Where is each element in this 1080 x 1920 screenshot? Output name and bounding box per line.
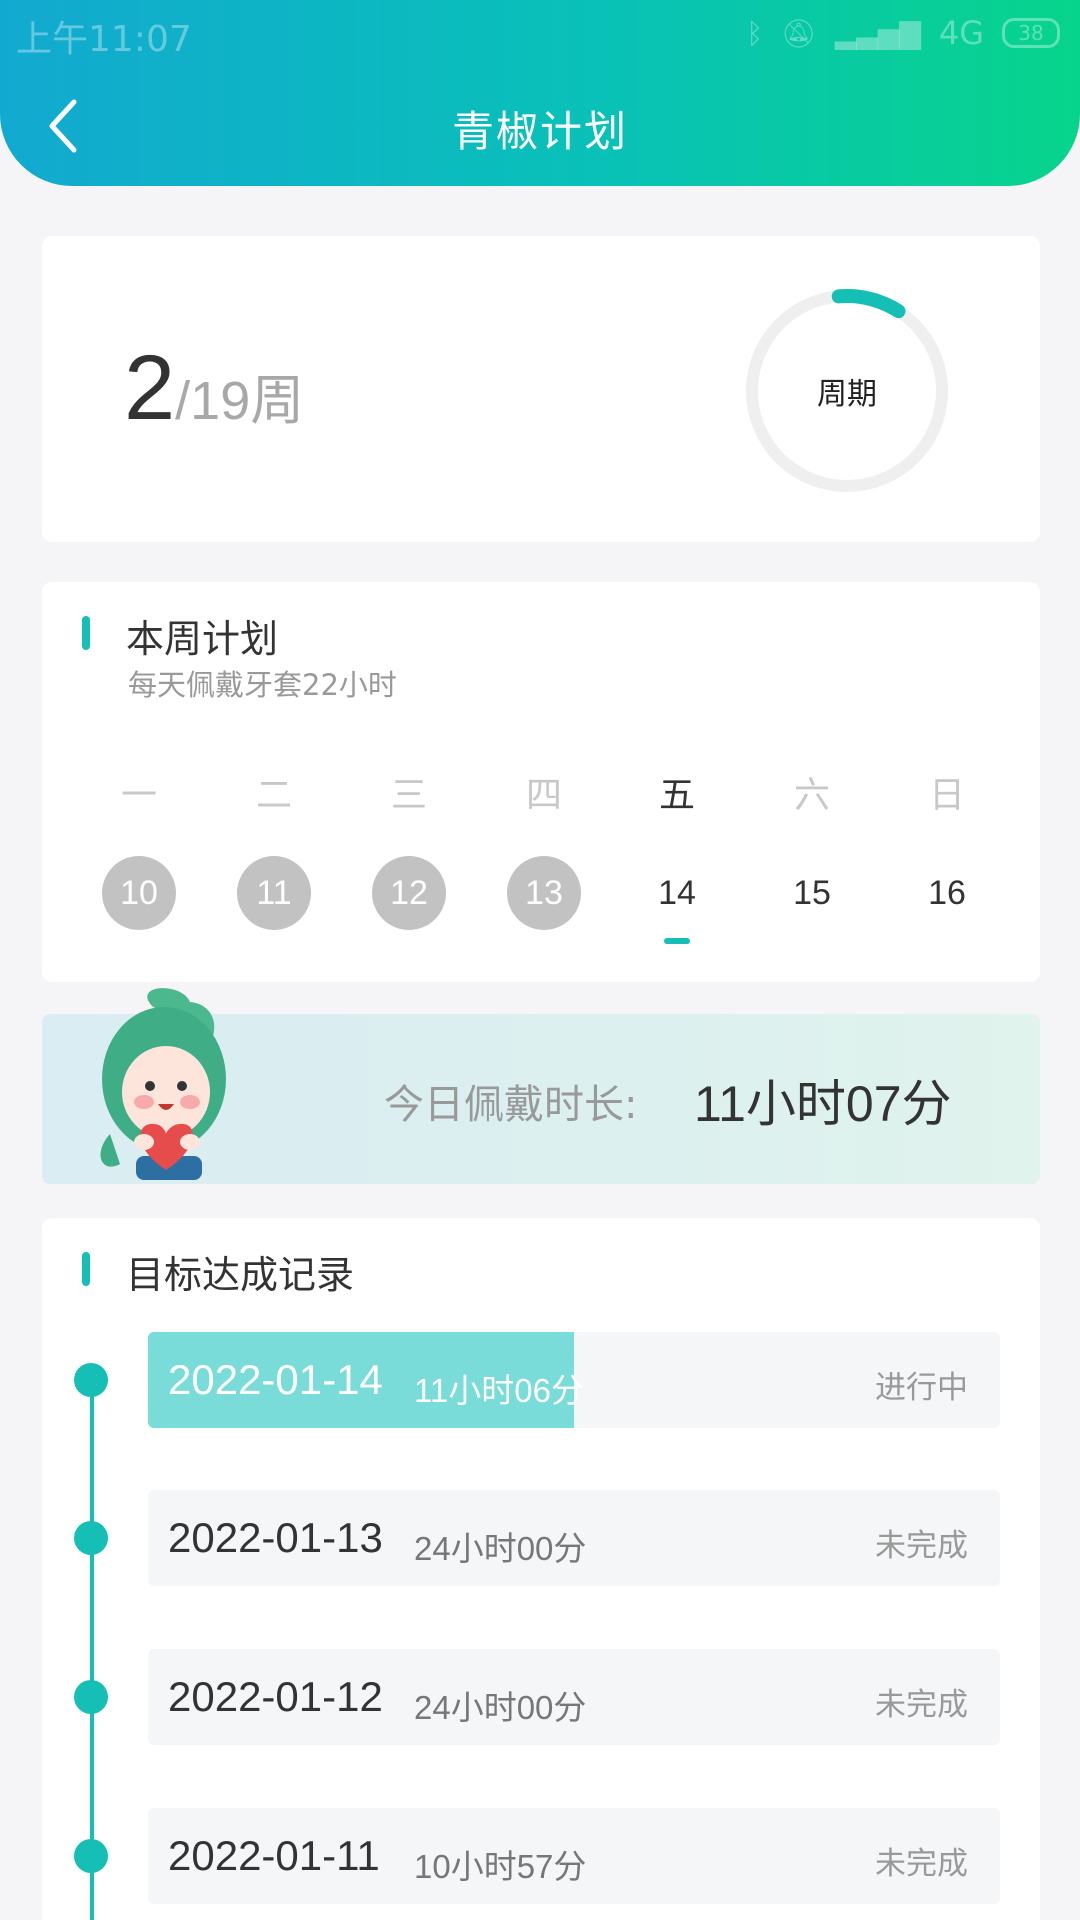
today-indicator (664, 938, 690, 944)
record-status: 进行中 (875, 1370, 968, 1406)
day-number: 16 (928, 874, 966, 912)
timeline-dot (74, 1363, 108, 1397)
day-name: 三 (390, 775, 427, 816)
timeline-dot (74, 1839, 108, 1873)
records-card: 目标达成记录 2022-01-14 11小时06分 进行中 2022-01-13… (42, 1218, 1040, 1920)
week-plan-title: 本周计划 (126, 617, 279, 661)
day-number: 11 (237, 856, 311, 930)
record-date: 2022-01-12 (168, 1673, 383, 1720)
week-progress: 2 /19周 (124, 336, 304, 441)
status-bar: 上午11:07 ᛒ 🔕︎ ▂▃▅▇ 4G 38 (0, 0, 1080, 70)
timeline-dot (74, 1521, 108, 1555)
day-number: 13 (507, 856, 581, 930)
status-icons: ᛒ 🔕︎ ▂▃▅▇ 4G 38 (746, 14, 1060, 52)
record-duration: 10小时57分 (414, 1848, 587, 1885)
day-sat[interactable]: 六 15 (767, 766, 857, 930)
cycle-card: 2 /19周 周期 (42, 236, 1040, 542)
record-status: 未完成 (875, 1846, 968, 1882)
record-row[interactable]: 2022-01-13 24小时00分 未完成 (148, 1490, 1000, 1586)
header: 上午11:07 ᛒ 🔕︎ ▂▃▅▇ 4G 38 青椒计划 (0, 0, 1080, 186)
day-fri[interactable]: 五 14 (632, 766, 722, 930)
day-name: 日 (928, 775, 965, 816)
record-duration: 24小时00分 (414, 1530, 587, 1567)
record-duration: 11小时06分 (414, 1372, 584, 1409)
record-date: 2022-01-13 (168, 1514, 383, 1561)
day-number: 15 (793, 874, 831, 912)
record-row[interactable]: 2022-01-14 11小时06分 进行中 (148, 1332, 1000, 1428)
day-name: 四 (525, 775, 562, 816)
today-wear-value: 11小时07分 (694, 1076, 952, 1132)
record-status: 未完成 (875, 1687, 968, 1723)
record-row[interactable]: 2022-01-12 24小时00分 未完成 (148, 1649, 1000, 1745)
record-duration: 24小时00分 (414, 1689, 587, 1726)
records-title: 目标达成记录 (126, 1253, 355, 1297)
week-plan-subtitle: 每天佩戴牙套22小时 (128, 668, 397, 702)
mute-icon: 🔕︎ (781, 16, 817, 50)
section-marker (82, 1252, 90, 1286)
mascot-illustration (100, 988, 226, 1180)
timeline-dot (74, 1680, 108, 1714)
day-thu[interactable]: 四 13 (499, 766, 589, 930)
record-date: 2022-01-14 (168, 1356, 383, 1403)
day-sun[interactable]: 日 16 (902, 766, 992, 930)
battery-level: 38 (1018, 21, 1044, 45)
ring-label: 周期 (817, 377, 877, 412)
day-mon[interactable]: 一 10 (94, 766, 184, 930)
day-name: 二 (255, 775, 292, 816)
record-date: 2022-01-11 (168, 1832, 380, 1879)
day-name: 一 (120, 775, 157, 816)
page-title: 青椒计划 (451, 107, 628, 156)
week-plan-card: 本周计划 每天佩戴牙套22小时 一 10 二 11 三 12 四 13 五 14… (42, 582, 1040, 982)
signal-icon: ▂▃▅▇ (834, 16, 921, 50)
day-number: 12 (372, 856, 446, 930)
status-time: 上午11:07 (16, 19, 192, 60)
today-wear-label: 今日佩戴时长: (384, 1082, 638, 1128)
battery-icon: 38 (1002, 18, 1060, 48)
current-week: 2 (124, 337, 176, 439)
record-status: 未完成 (875, 1528, 968, 1564)
day-name: 五 (658, 775, 695, 816)
network-type: 4G (938, 14, 984, 52)
day-number: 14 (658, 874, 696, 912)
day-wed[interactable]: 三 12 (364, 766, 454, 930)
day-name: 六 (793, 775, 830, 816)
day-tue[interactable]: 二 11 (229, 766, 319, 930)
total-weeks: /19周 (175, 371, 305, 431)
section-marker (82, 616, 90, 650)
record-row[interactable]: 2022-01-11 10小时57分 未完成 (148, 1808, 1000, 1904)
day-number: 10 (102, 856, 176, 930)
bluetooth-icon: ᛒ (746, 16, 764, 50)
